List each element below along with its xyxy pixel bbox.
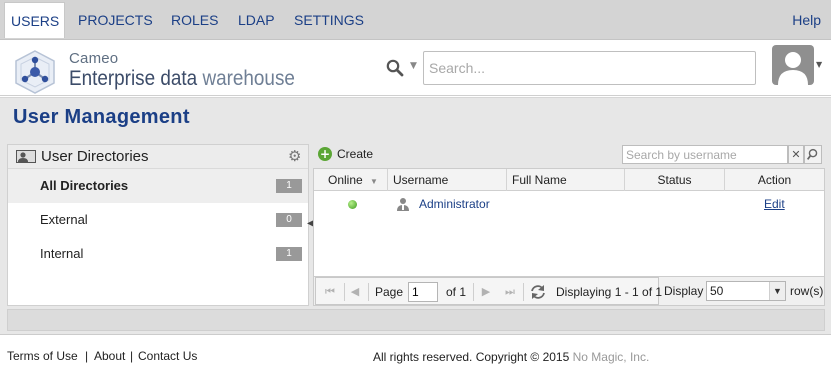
user-menu-chevron-icon[interactable]: ▼ <box>816 60 822 69</box>
column-status[interactable]: Status <box>625 169 725 191</box>
tab-settings[interactable]: SETTINGS <box>288 2 370 38</box>
directory-item-external[interactable]: External 0 <box>8 203 308 237</box>
directory-icon <box>16 150 36 163</box>
column-username[interactable]: Username <box>388 169 507 191</box>
directory-item-label: Internal <box>40 246 84 261</box>
page-content: User Management User Directories ⚙ All D… <box>0 97 831 334</box>
pager-divider <box>344 283 345 301</box>
directory-item-all[interactable]: All Directories 1 <box>8 169 308 203</box>
global-search-input[interactable] <box>423 51 756 85</box>
create-label: Create <box>337 147 374 161</box>
directory-item-label: All Directories <box>40 178 129 193</box>
app-header: Cameo Enterprise data warehouse ▼ ▼ <box>0 40 831 96</box>
pager-divider <box>523 283 524 301</box>
page-count-label: of 1 <box>446 285 467 299</box>
column-action[interactable]: Action <box>725 169 824 191</box>
brand-product-main: Enterprise data <box>69 67 203 90</box>
displaying-summary: Displaying 1 - 1 of 1 <box>556 285 663 299</box>
user-directories-title: User Directories <box>41 148 149 165</box>
brand-company: Cameo <box>69 50 119 67</box>
pager-divider <box>368 283 369 301</box>
tab-roles[interactable]: ROLES <box>165 2 224 38</box>
terms-of-use-link[interactable]: Terms of Use <box>7 349 78 363</box>
rows-per-page-select[interactable]: 50 ▼ <box>706 281 786 301</box>
clear-search-button[interactable]: ✕ <box>788 145 804 164</box>
rows-suffix-label: row(s) <box>790 284 824 298</box>
cameo-logo-icon <box>15 50 55 94</box>
table-row[interactable]: Administrator Edit <box>314 192 824 216</box>
footer-separator: | <box>85 349 89 363</box>
copyright-label: All rights reserved. Copyright © 2015 <box>373 350 573 364</box>
pagination-controls: ⏮ ◀ Page of 1 ▶ ⏭ Displaying 1 - 1 of 1 <box>315 277 663 305</box>
previous-page-icon[interactable]: ◀ <box>347 284 363 300</box>
tab-users[interactable]: USERS <box>4 2 65 38</box>
user-icon <box>397 198 409 211</box>
directory-count-badge: 1 <box>276 247 302 261</box>
pagination-bar: ⏮ ◀ Page of 1 ▶ ⏭ Displaying 1 - 1 of 1 … <box>313 276 825 306</box>
page-number-input[interactable] <box>408 282 438 302</box>
directory-count-badge: 1 <box>276 179 302 193</box>
pager-divider <box>473 283 474 301</box>
directory-count-badge: 0 <box>276 213 302 227</box>
help-link[interactable]: Help <box>792 2 821 38</box>
brand-product: Enterprise data warehouse <box>69 67 295 91</box>
status-bar <box>7 309 825 331</box>
page-title: User Management <box>13 106 190 128</box>
directory-item-label: External <box>40 212 88 227</box>
page-footer: Terms of Use | About | Contact Us All ri… <box>0 334 831 374</box>
top-navigation: USERS PROJECTS ROLES LDAP SETTINGS Help <box>0 0 831 40</box>
user-menu-avatar[interactable] <box>772 45 814 85</box>
column-online[interactable]: Online ▼ <box>314 169 388 191</box>
user-directories-panel: User Directories ⚙ All Directories 1 Ext… <box>7 144 309 306</box>
last-page-icon[interactable]: ⏭ <box>502 284 518 300</box>
tab-projects[interactable]: PROJECTS <box>72 2 159 38</box>
search-scope-chevron-icon[interactable]: ▼ <box>410 61 417 71</box>
first-page-icon[interactable]: ⏮ <box>322 284 338 300</box>
about-link[interactable]: About <box>94 349 125 363</box>
footer-separator: | <box>130 349 134 363</box>
next-page-icon[interactable]: ▶ <box>478 284 494 300</box>
sort-desc-icon: ▼ <box>370 177 378 186</box>
tab-ldap[interactable]: LDAP <box>232 2 281 38</box>
brand-product-tail: warehouse <box>202 67 295 90</box>
username-search-input[interactable] <box>622 145 788 164</box>
users-table-header: Online ▼ Username Full Name Status Actio… <box>314 169 824 191</box>
chevron-down-icon: ▼ <box>769 282 785 300</box>
user-directories-header: User Directories ⚙ <box>8 145 308 169</box>
find-button[interactable] <box>804 145 822 164</box>
user-silhouette-icon <box>778 52 808 85</box>
rows-per-page-value: 50 <box>710 284 724 298</box>
refresh-icon[interactable] <box>529 283 547 301</box>
add-icon: + <box>318 147 332 161</box>
display-label: Display <box>664 284 704 298</box>
online-status-icon <box>348 200 357 209</box>
edit-user-link[interactable]: Edit <box>764 192 785 216</box>
company-name: No Magic, Inc. <box>572 350 650 364</box>
copyright-text: All rights reserved. Copyright © 2015 No… <box>373 350 649 364</box>
column-full-name[interactable]: Full Name <box>507 169 625 191</box>
username-cell[interactable]: Administrator <box>419 192 490 216</box>
directory-item-internal[interactable]: Internal 1 <box>8 237 308 271</box>
gear-icon[interactable]: ⚙ <box>288 148 301 164</box>
find-magnifier-icon <box>806 148 818 160</box>
column-online-label: Online <box>328 173 363 187</box>
contact-us-link[interactable]: Contact Us <box>138 349 197 363</box>
search-icon[interactable] <box>385 58 405 78</box>
page-label: Page <box>375 285 404 299</box>
